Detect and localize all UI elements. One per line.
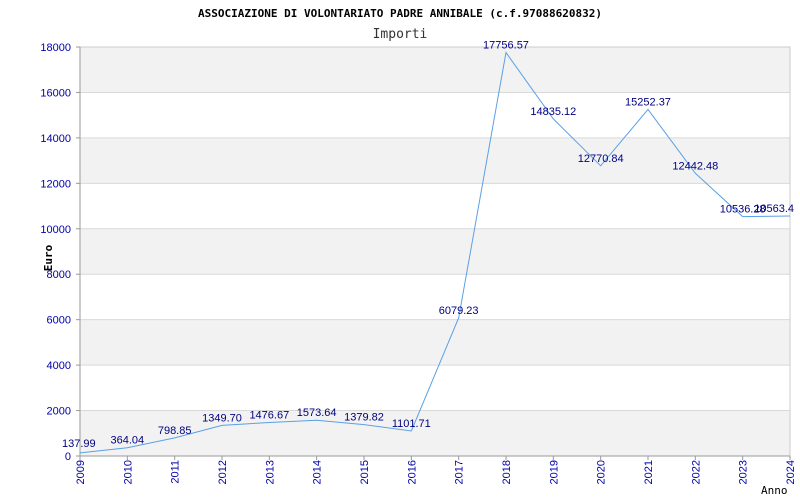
y-tick-label: 12000 — [40, 178, 71, 190]
data-label: 15252.37 — [625, 96, 671, 108]
y-tick-label: 2000 — [47, 406, 71, 418]
y-tick-label: 4000 — [47, 360, 71, 372]
x-tick-label: 2016 — [406, 460, 418, 484]
x-tick-label: 2009 — [75, 460, 87, 484]
x-tick-label: 2011 — [170, 460, 182, 484]
x-tick-label: 2010 — [122, 460, 134, 484]
data-label: 17756.57 — [483, 40, 529, 52]
data-label: 12442.48 — [672, 160, 718, 172]
line-chart: 0200040006000800010000120001400016000180… — [40, 7, 797, 497]
data-label: 1349.70 — [202, 412, 242, 424]
y-tick-label: 14000 — [40, 133, 71, 145]
grid-band — [80, 228, 790, 275]
data-label: 1379.82 — [344, 412, 384, 424]
grid-band — [80, 47, 790, 93]
x-axis-label: Anno — [761, 484, 788, 497]
x-tick-label: 2017 — [454, 460, 466, 484]
x-tick-label: 2013 — [264, 460, 276, 484]
x-tick-label: 2023 — [738, 460, 750, 484]
y-tick-label: 0 — [65, 451, 71, 463]
data-label: 10563.4 — [754, 203, 794, 215]
x-tick-label: 2022 — [690, 460, 702, 484]
y-tick-label: 16000 — [40, 87, 71, 99]
x-tick-label: 2015 — [359, 460, 371, 484]
x-tick-label: 2020 — [596, 460, 608, 484]
data-label: 1573.64 — [297, 407, 337, 419]
y-tick-label: 6000 — [47, 315, 71, 327]
data-label: 1101.71 — [392, 418, 431, 430]
y-axis-label: Euro — [42, 244, 55, 271]
data-label: 14835.12 — [530, 106, 576, 118]
data-label: 137.99 — [62, 438, 96, 450]
x-tick-label: 2018 — [501, 460, 513, 484]
data-label: 6079.23 — [439, 305, 479, 317]
data-label: 798.85 — [158, 425, 192, 437]
y-tick-label: 18000 — [40, 42, 71, 54]
y-tick-label: 10000 — [40, 224, 71, 236]
x-tick-label: 2014 — [312, 460, 324, 484]
chart-title: ASSOCIAZIONE DI VOLONTARIATO PADRE ANNIB… — [198, 7, 602, 20]
x-axis-ticks: 2009 2010 2011 2012 2013 2014 2015 2016 2017 2018… — [75, 456, 797, 484]
data-label: 1476.67 — [249, 409, 289, 421]
data-label: 12770.84 — [578, 153, 624, 165]
x-tick-label: 2019 — [548, 460, 560, 484]
x-tick-label: 2012 — [217, 460, 229, 484]
x-tick-label: 2024 — [785, 460, 797, 484]
data-label: 364.04 — [111, 435, 145, 447]
grid-band — [80, 319, 790, 366]
grid-bands — [80, 47, 790, 456]
chart-subtitle: Importi — [373, 27, 428, 42]
x-tick-label: 2021 — [643, 460, 655, 484]
